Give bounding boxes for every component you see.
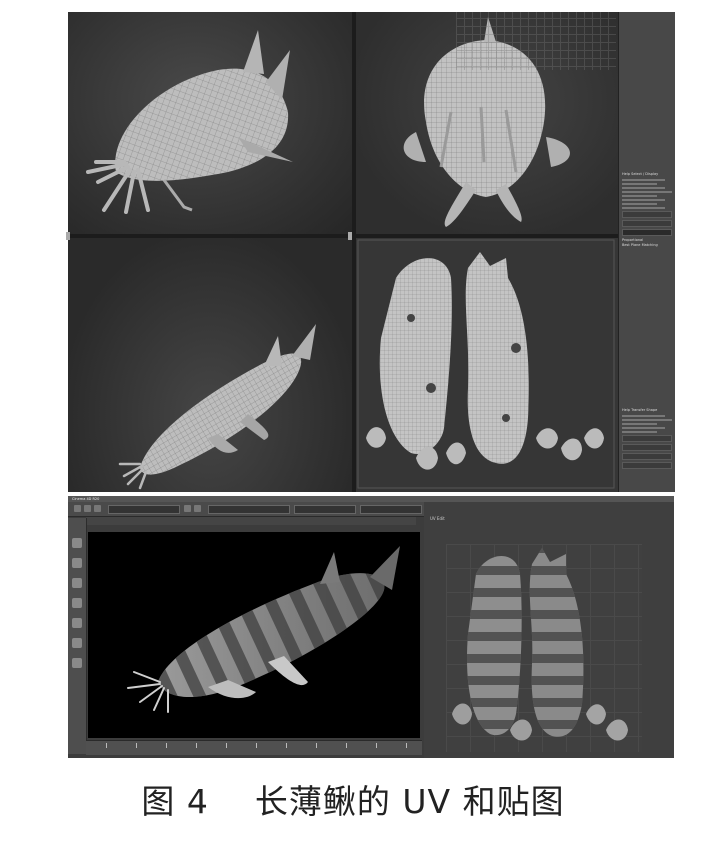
transfer-field-2[interactable]	[622, 444, 672, 451]
attributes-panel: Help Select / Display Proportional Best …	[618, 12, 675, 492]
timeline[interactable]	[86, 740, 422, 755]
uv-layout-screenshot: Help Select / Display Proportional Best …	[66, 12, 675, 492]
viewport-handle-center[interactable]	[348, 232, 352, 240]
transfer-field-4[interactable]	[622, 462, 672, 469]
grid-overlay	[456, 12, 616, 70]
texture-map-shells	[452, 548, 628, 741]
smooth-tool-icon[interactable]	[72, 578, 82, 588]
help-section-1-title: Help Select / Display	[622, 172, 659, 176]
texture-panel: UV Edit	[424, 502, 674, 758]
render-viewport[interactable]	[88, 532, 420, 738]
figure-caption-text: 长薄鳅的 UV 和贴图	[254, 782, 565, 821]
viewport-divider-horizontal[interactable]	[68, 234, 618, 238]
select-tool-icon[interactable]	[72, 538, 82, 548]
figure-caption: 图 4 长薄鳅的 UV 和贴图	[0, 772, 706, 832]
camera-icon[interactable]	[194, 505, 201, 512]
move-tool-icon[interactable]	[74, 505, 81, 512]
help-section-2: Help Transfer Shape	[622, 408, 672, 471]
viewport-menu-bar[interactable]	[86, 517, 416, 525]
uv-editor-view[interactable]	[356, 238, 618, 492]
viewport-handle-left[interactable]	[66, 232, 70, 240]
render-icon[interactable]	[184, 505, 191, 512]
object-field[interactable]	[108, 505, 180, 514]
view-field[interactable]	[360, 505, 422, 514]
pen-tool-icon[interactable]	[72, 598, 82, 608]
transfer-field-3[interactable]	[622, 453, 672, 460]
eraser-tool-icon[interactable]	[72, 618, 82, 628]
help-section-1: Help Select / Display Proportional Best …	[622, 172, 672, 248]
brush-tool-icon[interactable]	[72, 558, 82, 568]
textured-fish-render	[127, 546, 400, 713]
option-field-3[interactable]	[622, 229, 672, 236]
option-field-1[interactable]	[622, 211, 672, 218]
uv-shells	[357, 239, 615, 489]
figure-number: 图 4	[141, 782, 209, 821]
texture-render-screenshot: Cinema 4D R20 UV Edit	[68, 496, 674, 758]
option-field-2[interactable]	[622, 220, 672, 227]
left-toolbox	[68, 518, 87, 754]
viewport-perspective-2[interactable]	[356, 12, 618, 234]
transfer-field-1[interactable]	[622, 435, 672, 442]
fish-mesh-rear-view	[86, 30, 293, 214]
material-field[interactable]	[208, 505, 290, 514]
picker-tool-icon[interactable]	[72, 658, 82, 668]
fish-mesh-side-view	[118, 324, 316, 490]
layer-field[interactable]	[294, 505, 356, 514]
rotate-tool-icon[interactable]	[84, 505, 91, 512]
texture-map-view[interactable]	[446, 544, 642, 752]
viewport-divider-vertical[interactable]	[352, 12, 356, 492]
viewport-perspective-3[interactable]	[68, 238, 352, 492]
texture-panel-label: UV Edit	[430, 516, 445, 521]
help-section-2-title: Help Transfer Shape	[622, 408, 658, 412]
scale-tool-icon[interactable]	[94, 505, 101, 512]
best-plane-checkbox[interactable]: Best Plane Matching	[622, 243, 672, 248]
fill-tool-icon[interactable]	[72, 638, 82, 648]
viewport-perspective-1[interactable]	[68, 12, 352, 234]
